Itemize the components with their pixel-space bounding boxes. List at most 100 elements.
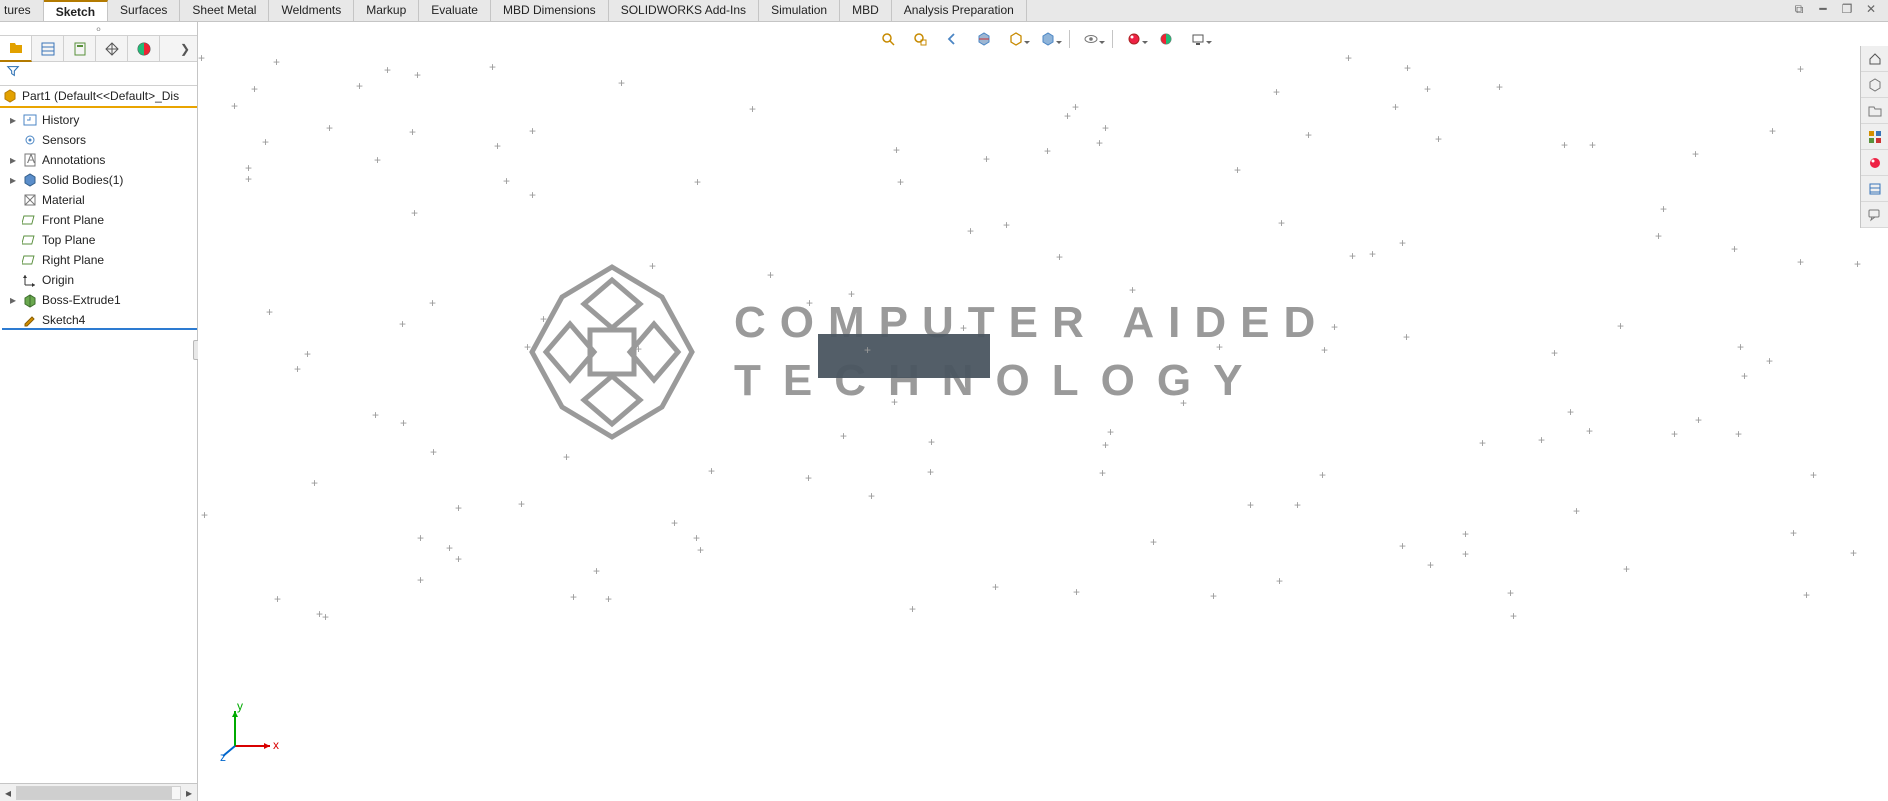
tab-simulation[interactable]: Simulation bbox=[759, 0, 840, 21]
sketch-point: + bbox=[1589, 139, 1596, 151]
hud-zoom-area[interactable] bbox=[909, 28, 931, 50]
fm-tab-property-manager[interactable] bbox=[32, 36, 64, 62]
expand-icon[interactable]: ▸ bbox=[8, 173, 18, 187]
fm-filter-bar[interactable] bbox=[0, 62, 197, 86]
hud-edit-appearance[interactable] bbox=[1123, 28, 1145, 50]
close-icon[interactable]: ✕ bbox=[1864, 2, 1878, 16]
sketch-point: + bbox=[1369, 248, 1376, 260]
taskpane-file-explorer[interactable] bbox=[1861, 98, 1888, 124]
sketch-point: + bbox=[806, 297, 813, 309]
sketch-point: + bbox=[455, 553, 462, 565]
sketch-point: + bbox=[1731, 243, 1738, 255]
tab-mbd[interactable]: MBD bbox=[840, 0, 892, 21]
feature-manager-tabs: ❯ bbox=[0, 36, 197, 62]
tree-node-boss-extrude1[interactable]: ▸Boss-Extrude1 bbox=[2, 290, 197, 310]
taskpane-appearances[interactable] bbox=[1861, 150, 1888, 176]
command-manager-tabs: tures Sketch Surfaces Sheet Metal Weldme… bbox=[0, 0, 1888, 22]
minimize-icon[interactable]: ━ bbox=[1816, 2, 1830, 16]
fm-tab-display[interactable] bbox=[128, 36, 160, 62]
tree-node-sensors[interactable]: Sensors bbox=[2, 130, 197, 150]
scroll-thumb[interactable] bbox=[17, 787, 172, 799]
fm-expand-icon[interactable]: ❯ bbox=[173, 42, 197, 56]
sketch-content: COMPUTER AIDED TECHNOLOGY ++++++++++++++… bbox=[198, 22, 1888, 801]
tab-features[interactable]: tures bbox=[0, 0, 44, 21]
collapse-icon[interactable]: ⧉ bbox=[1792, 2, 1806, 16]
plane-icon bbox=[22, 232, 38, 248]
expand-icon[interactable]: ▸ bbox=[8, 293, 18, 307]
scroll-right-icon[interactable]: ▸ bbox=[181, 786, 197, 800]
hud-hide-show[interactable] bbox=[1080, 28, 1102, 50]
fm-horizontal-scrollbar[interactable]: ◂ ▸ bbox=[0, 783, 197, 801]
tab-weldments[interactable]: Weldments bbox=[269, 0, 354, 21]
tab-markup[interactable]: Markup bbox=[354, 0, 419, 21]
task-pane bbox=[1860, 46, 1888, 228]
fm-tab-configuration[interactable] bbox=[64, 36, 96, 62]
expand-icon[interactable]: ▸ bbox=[8, 153, 18, 167]
tab-solidworks-addins[interactable]: SOLIDWORKS Add-Ins bbox=[609, 0, 759, 21]
sketch-point: + bbox=[311, 477, 318, 489]
taskpane-forum[interactable] bbox=[1861, 202, 1888, 228]
hide-show-icon bbox=[1083, 31, 1099, 47]
sketch-point: + bbox=[266, 306, 273, 318]
sketch-point: + bbox=[274, 593, 281, 605]
hud-view-settings[interactable] bbox=[1187, 28, 1209, 50]
tab-evaluate[interactable]: Evaluate bbox=[419, 0, 491, 21]
tree-node-right-plane[interactable]: Right Plane bbox=[2, 250, 197, 270]
tree-node-origin[interactable]: Origin bbox=[2, 270, 197, 290]
fm-root-node[interactable]: Part1 (Default<<Default>_Dis bbox=[0, 86, 197, 108]
panel-grip[interactable]: ∘ bbox=[0, 22, 197, 36]
hud-apply-scene[interactable] bbox=[1155, 28, 1177, 50]
origin-icon bbox=[22, 272, 38, 288]
graphics-area[interactable]: COMPUTER AIDED TECHNOLOGY ++++++++++++++… bbox=[198, 22, 1888, 801]
fm-tab-dimxpert[interactable] bbox=[96, 36, 128, 62]
sketch-point: + bbox=[1538, 434, 1545, 446]
taskpane-resources[interactable] bbox=[1861, 72, 1888, 98]
restore-icon[interactable]: ❐ bbox=[1840, 2, 1854, 16]
tab-mbd-dimensions[interactable]: MBD Dimensions bbox=[491, 0, 609, 21]
tree-node-material-not-specified-[interactable]: Material bbox=[2, 190, 197, 210]
tree-node-label: Annotations bbox=[42, 153, 105, 167]
sketch-point: + bbox=[1462, 548, 1469, 560]
taskpane-custom-properties[interactable] bbox=[1861, 176, 1888, 202]
tab-analysis-preparation[interactable]: Analysis Preparation bbox=[892, 0, 1027, 21]
triad-y-label: y bbox=[237, 701, 243, 713]
taskpane-home[interactable] bbox=[1861, 46, 1888, 72]
tab-surfaces[interactable]: Surfaces bbox=[108, 0, 180, 21]
tree-node-annotations[interactable]: ▸AAnnotations bbox=[2, 150, 197, 170]
hud-display-style[interactable] bbox=[1037, 28, 1059, 50]
tree-node-history[interactable]: ▸History bbox=[2, 110, 197, 130]
expand-icon[interactable]: ▸ bbox=[8, 113, 18, 127]
sketch-point: + bbox=[749, 103, 756, 115]
taskpane-view-palette[interactable] bbox=[1861, 124, 1888, 150]
zoom-fit-icon bbox=[880, 31, 896, 47]
sketch-point: + bbox=[524, 341, 531, 353]
sketch-point: + bbox=[1073, 586, 1080, 598]
hud-view-orientation[interactable] bbox=[1005, 28, 1027, 50]
view-orientation-icon bbox=[1008, 31, 1024, 47]
tree-node-sketch4[interactable]: Sketch4 bbox=[2, 310, 197, 330]
sketch-point: + bbox=[409, 126, 416, 138]
scroll-track[interactable] bbox=[16, 786, 181, 800]
scroll-left-icon[interactable]: ◂ bbox=[0, 786, 16, 800]
hud-section-view[interactable] bbox=[973, 28, 995, 50]
sketch-point: + bbox=[1349, 250, 1356, 262]
sketch-point: + bbox=[593, 565, 600, 577]
sketch-point: + bbox=[891, 396, 898, 408]
hud-previous-view[interactable] bbox=[941, 28, 963, 50]
tree-node-front-plane[interactable]: Front Plane bbox=[2, 210, 197, 230]
hud-zoom-fit[interactable] bbox=[877, 28, 899, 50]
fm-tab-tree[interactable] bbox=[0, 36, 32, 62]
tab-sketch[interactable]: Sketch bbox=[44, 0, 108, 21]
sketch-point: + bbox=[411, 207, 418, 219]
view-triad[interactable]: x y z bbox=[220, 701, 280, 761]
tree-node-solid-bodies-1-[interactable]: ▸Solid Bodies(1) bbox=[2, 170, 197, 190]
sketch-point: + bbox=[1129, 284, 1136, 296]
tab-sheet-metal[interactable]: Sheet Metal bbox=[180, 0, 269, 21]
sketch-point: + bbox=[1766, 355, 1773, 367]
home-icon bbox=[1867, 51, 1883, 67]
tree-node-top-plane[interactable]: Top Plane bbox=[2, 230, 197, 250]
sketch-point: + bbox=[1072, 101, 1079, 113]
sensors-icon bbox=[22, 132, 38, 148]
sketch-point: + bbox=[518, 498, 525, 510]
sketch-logo bbox=[512, 252, 712, 452]
